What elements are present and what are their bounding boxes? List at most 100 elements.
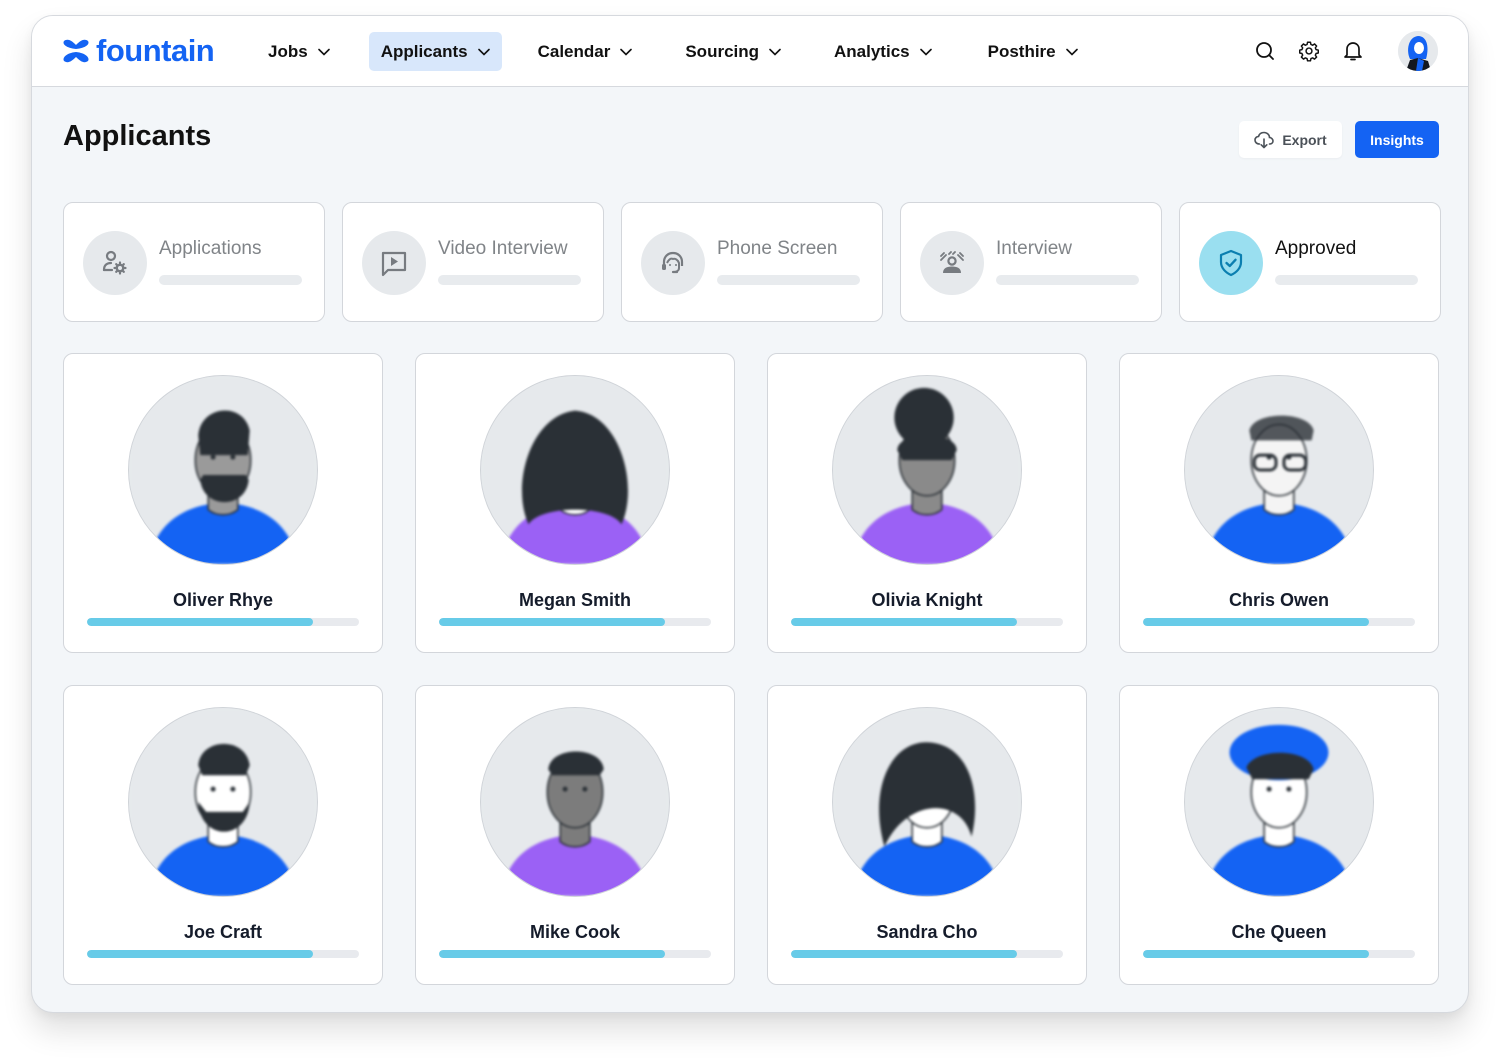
applicant-card[interactable]: Joe Craft	[63, 685, 383, 985]
stage-label: Approved	[1275, 238, 1357, 259]
applicant-name: Megan Smith	[518, 590, 631, 610]
applicant-avatar	[832, 375, 1022, 565]
stage-interview[interactable]: Interview	[900, 202, 1162, 322]
fountain-logo[interactable]: fountain	[62, 33, 215, 68]
applicant-card[interactable]: Megan Smith	[415, 353, 735, 653]
cloud-download-icon	[1254, 131, 1275, 148]
stage-video-interview[interactable]: Video Interview	[342, 202, 604, 322]
stage-icon-wrap	[83, 231, 147, 295]
applicant-name: Olivia Knight	[871, 590, 983, 610]
nav-jobs[interactable]: Jobs	[256, 32, 342, 71]
applicant-card[interactable]: Oliver Rhye	[63, 353, 383, 653]
export-button[interactable]: Export	[1239, 121, 1342, 158]
chevron-down-icon	[919, 48, 932, 56]
applicant-name: Chris Owen	[1228, 590, 1330, 610]
stage-icon-wrap	[920, 231, 984, 295]
export-label: Export	[1282, 131, 1327, 148]
chevron-down-icon	[769, 48, 781, 56]
applicant-name: Oliver Rhye	[172, 590, 274, 610]
applicant-progress-bar	[791, 950, 1063, 958]
applicant-avatar	[1184, 375, 1374, 565]
applicant-name: Mike Cook	[529, 922, 621, 942]
applicant-avatar	[832, 707, 1022, 897]
stage-icon-wrap	[362, 231, 426, 295]
applicant-progress-bar	[1143, 950, 1415, 958]
bell-icon[interactable]	[1342, 40, 1364, 62]
user-avatar-illustration	[1398, 31, 1438, 71]
nav-calendar[interactable]: Calendar	[526, 32, 645, 71]
applicant-illustration	[1185, 376, 1373, 564]
applicant-avatar	[1184, 707, 1374, 897]
applicant-avatar	[128, 375, 318, 565]
top-actions	[1254, 31, 1438, 71]
nav-label: Analytics	[834, 41, 910, 61]
applicant-card[interactable]: Chris Owen	[1119, 353, 1439, 653]
stage-label: Video Interview	[438, 238, 568, 259]
nav-analytics[interactable]: Analytics	[822, 32, 944, 71]
applicant-illustration	[129, 708, 317, 896]
chevron-down-icon	[477, 48, 490, 56]
stage-label: Applications	[159, 238, 262, 259]
applicant-avatar	[128, 707, 318, 897]
top-navigation-bar: fountain Jobs Applicants Calendar Sourci…	[32, 16, 1468, 87]
applicant-card[interactable]: Che Queen	[1119, 685, 1439, 985]
applicant-illustration	[833, 376, 1021, 564]
progress-fill	[1143, 950, 1369, 958]
app-window: fountain Jobs Applicants Calendar Sourci…	[31, 15, 1469, 1013]
applicant-illustration	[833, 708, 1021, 896]
applicant-progress-bar	[1143, 618, 1415, 626]
stage-label: Phone Screen	[717, 238, 838, 259]
gear-icon[interactable]	[1298, 40, 1320, 62]
applicant-illustration	[129, 376, 317, 564]
stage-approved[interactable]: Approved	[1179, 202, 1441, 322]
applicant-progress-bar	[439, 950, 711, 958]
progress-fill	[1143, 618, 1369, 626]
insights-button[interactable]: Insights	[1355, 121, 1439, 158]
nav-label: Posthire	[987, 41, 1056, 61]
stage-bar	[717, 275, 860, 285]
progress-fill	[439, 950, 665, 958]
search-icon[interactable]	[1254, 40, 1276, 62]
stage-bar	[438, 275, 581, 285]
chevron-down-icon	[317, 48, 330, 56]
main-nav: Jobs Applicants Calendar Sourcing Analyt…	[256, 32, 1090, 71]
progress-fill	[87, 950, 313, 958]
shield-check-icon	[1219, 249, 1243, 277]
user-gear-icon	[102, 250, 127, 275]
stage-filter-row: Applications Video Interview Phone Scree…	[63, 202, 1441, 322]
applicant-card[interactable]: Mike Cook	[415, 685, 735, 985]
applicant-card[interactable]: Olivia Knight	[767, 353, 1087, 653]
stage-phone-screen[interactable]: Phone Screen	[621, 202, 883, 322]
page-title: Applicants	[63, 120, 212, 152]
applicant-illustration	[1185, 708, 1373, 896]
applicant-progress-bar	[439, 618, 711, 626]
applicant-grid: Oliver Rhye Megan Smith Olivia Knight Ch…	[63, 353, 1439, 985]
nav-posthire[interactable]: Posthire	[976, 32, 1090, 71]
nav-label: Jobs	[268, 41, 308, 61]
applicant-name: Joe Craft	[183, 922, 263, 942]
nav-sourcing[interactable]: Sourcing	[673, 32, 793, 71]
applicant-illustration	[481, 376, 669, 564]
headset-icon	[662, 251, 684, 274]
stage-applications[interactable]: Applications	[63, 202, 325, 322]
insights-label: Insights	[1370, 131, 1424, 148]
video-message-icon	[381, 251, 407, 277]
applicant-illustration	[481, 708, 669, 896]
applicant-name: Sandra Cho	[876, 922, 978, 942]
user-avatar[interactable]	[1398, 31, 1438, 71]
applicant-progress-bar	[791, 618, 1063, 626]
stage-icon-wrap	[1199, 231, 1263, 295]
brand-name: fountain	[96, 33, 215, 68]
nav-applicants[interactable]: Applicants	[368, 32, 502, 71]
applicant-card[interactable]: Sandra Cho	[767, 685, 1087, 985]
applicant-progress-bar	[87, 950, 359, 958]
chevron-down-icon	[1065, 48, 1078, 56]
progress-fill	[87, 618, 313, 626]
chevron-down-icon	[620, 48, 633, 56]
stage-bar	[1275, 275, 1418, 285]
stage-bar	[996, 275, 1139, 285]
applicant-avatar	[480, 707, 670, 897]
nav-label: Applicants	[380, 41, 468, 61]
progress-fill	[439, 618, 665, 626]
nav-label: Calendar	[537, 41, 611, 61]
